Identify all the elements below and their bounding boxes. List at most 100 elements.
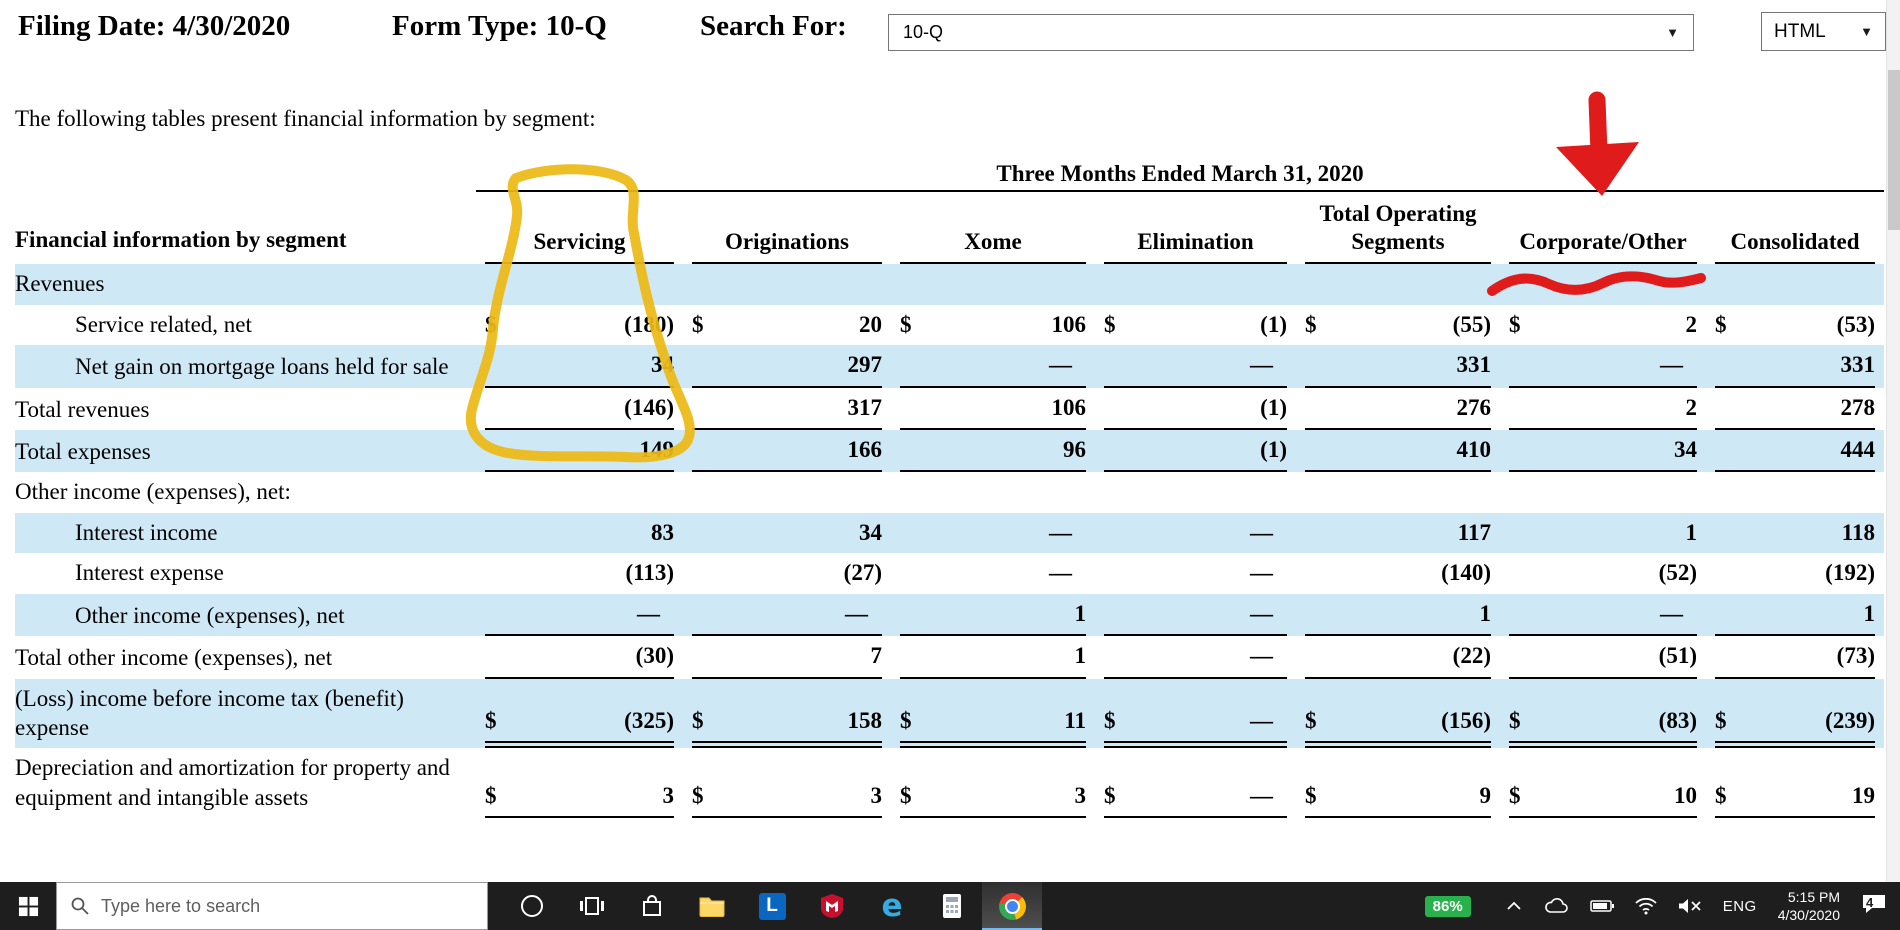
action-center-button[interactable]: 4 bbox=[1861, 893, 1888, 920]
edge-icon: e bbox=[881, 887, 903, 924]
cell-value: (53) bbox=[1836, 311, 1875, 337]
cell-value: — bbox=[1250, 560, 1273, 586]
taskbar: Type here to search L e 86% ENG 5:15 PM … bbox=[0, 882, 1900, 930]
value-cell: $9 bbox=[1296, 748, 1500, 819]
battery-percent-badge[interactable]: 86% bbox=[1424, 895, 1471, 917]
value-cell: 1 bbox=[891, 636, 1095, 679]
notification-count-badge: 4 bbox=[1866, 894, 1874, 910]
cell-value: — bbox=[637, 600, 660, 626]
value-cell: 317 bbox=[683, 388, 891, 430]
value-cell: 166 bbox=[683, 429, 891, 473]
column-header-xome: Xome bbox=[891, 192, 1095, 265]
table-row: Total other income (expenses), net (30) 7 1… bbox=[15, 636, 1884, 679]
tray-onedrive[interactable] bbox=[1543, 897, 1569, 915]
value-cell: $20 bbox=[683, 305, 891, 345]
dollar-sign: $ bbox=[1104, 311, 1116, 337]
value-cell bbox=[683, 264, 891, 305]
cell-value: 331 bbox=[1456, 352, 1492, 378]
cell-value: 34 bbox=[1674, 436, 1697, 462]
dollar-sign: $ bbox=[900, 708, 912, 733]
value-cell: (30) bbox=[476, 636, 683, 679]
format-dropdown-value: HTML bbox=[1774, 20, 1826, 42]
value-cell: 149 bbox=[476, 429, 683, 473]
taskbar-app-cortana[interactable] bbox=[502, 882, 562, 930]
file-explorer-icon bbox=[699, 897, 725, 917]
table-row: Interest expense (113) (27) — — (140) (52) (192… bbox=[15, 553, 1884, 593]
cell-value: 166 bbox=[847, 436, 883, 462]
language-indicator[interactable]: ENG bbox=[1723, 898, 1757, 915]
system-tray: 86% ENG 5:15 PM 4/30/2020 4 bbox=[1424, 882, 1900, 930]
taskbar-clock[interactable]: 5:15 PM 4/30/2020 bbox=[1778, 888, 1840, 924]
filing-date-label: Filing Date: bbox=[18, 10, 166, 42]
value-cell: 117 bbox=[1296, 512, 1500, 554]
cell-value: (156) bbox=[1441, 708, 1491, 733]
tray-chevron-up[interactable] bbox=[1506, 901, 1522, 911]
cell-value: — bbox=[1250, 782, 1273, 808]
value-cell: — bbox=[891, 512, 1095, 554]
chevron-down-icon: ▼ bbox=[1860, 24, 1873, 39]
cell-value: — bbox=[845, 600, 868, 626]
format-dropdown[interactable]: HTML ▼ bbox=[1761, 12, 1886, 51]
cortana-icon bbox=[521, 895, 543, 917]
cell-value: 276 bbox=[1456, 394, 1492, 420]
taskbar-app-store[interactable] bbox=[622, 882, 682, 930]
taskbar-app-mcafee[interactable] bbox=[802, 882, 862, 930]
row-label: Interest expense bbox=[75, 560, 224, 586]
search-dropdown-value: 10-Q bbox=[903, 22, 944, 42]
tray-battery[interactable] bbox=[1589, 899, 1614, 913]
taskbar-app-calculator[interactable] bbox=[922, 882, 982, 930]
value-cell bbox=[1296, 472, 1500, 512]
value-cell bbox=[1706, 264, 1884, 305]
value-cell bbox=[1296, 264, 1500, 305]
taskbar-app-file-explorer[interactable] bbox=[682, 882, 742, 930]
chevron-down-icon: ▼ bbox=[1666, 25, 1679, 40]
cell-value: — bbox=[1660, 600, 1683, 626]
cell-value: 83 bbox=[651, 519, 674, 545]
search-for-label: Search For: bbox=[700, 10, 847, 42]
value-cell: $2 bbox=[1500, 305, 1706, 345]
scrollbar-thumb[interactable] bbox=[1888, 70, 1900, 230]
cell-value: — bbox=[1250, 352, 1273, 378]
value-cell: — bbox=[683, 593, 891, 637]
tray-volume[interactable] bbox=[1678, 898, 1702, 914]
cell-value: — bbox=[1250, 519, 1273, 545]
value-cell: 1 bbox=[1500, 512, 1706, 554]
value-cell: $106 bbox=[891, 305, 1095, 345]
tray-network[interactable] bbox=[1635, 897, 1657, 915]
value-cell: 278 bbox=[1706, 388, 1884, 430]
cell-value: 118 bbox=[1841, 519, 1875, 545]
search-icon bbox=[71, 897, 89, 915]
value-cell: 96 bbox=[891, 429, 1095, 473]
dollar-sign: $ bbox=[900, 311, 912, 337]
microsoft-store-icon bbox=[643, 895, 661, 916]
start-button[interactable] bbox=[0, 882, 56, 930]
calculator-icon bbox=[943, 894, 961, 918]
cell-value: (1) bbox=[1260, 311, 1287, 337]
taskbar-app-edge[interactable]: e bbox=[862, 882, 922, 930]
dollar-sign: $ bbox=[692, 311, 704, 337]
dollar-sign: $ bbox=[900, 782, 912, 808]
row-label: Total expenses bbox=[15, 429, 476, 473]
filing-date-value: 4/30/2020 bbox=[172, 10, 291, 42]
taskbar-app-linkedin[interactable]: L bbox=[742, 882, 802, 930]
windows-logo-icon bbox=[18, 896, 38, 916]
dollar-sign: $ bbox=[692, 708, 704, 733]
cell-value: 149 bbox=[639, 436, 675, 462]
value-cell: — bbox=[1500, 345, 1706, 388]
cell-value: 1 bbox=[1479, 600, 1492, 626]
vertical-scrollbar[interactable] bbox=[1886, 0, 1900, 882]
chrome-icon bbox=[998, 892, 1026, 920]
cell-value: — bbox=[1250, 708, 1273, 733]
taskbar-app-task-view[interactable] bbox=[562, 882, 622, 930]
cell-value: (27) bbox=[843, 560, 882, 586]
cell-value: 1 bbox=[1074, 643, 1087, 669]
value-cell: (146) bbox=[476, 388, 683, 430]
cell-value: (30) bbox=[635, 643, 674, 669]
row-label: Total other income (expenses), net bbox=[15, 645, 333, 671]
search-for-dropdown[interactable]: 10-Q ▼ bbox=[888, 14, 1694, 51]
taskbar-app-chrome[interactable] bbox=[982, 882, 1042, 930]
cell-value: 106 bbox=[1051, 311, 1087, 337]
taskbar-search-box[interactable]: Type here to search bbox=[56, 882, 488, 930]
value-cell: — bbox=[891, 553, 1095, 593]
value-cell: (192) bbox=[1706, 553, 1884, 593]
